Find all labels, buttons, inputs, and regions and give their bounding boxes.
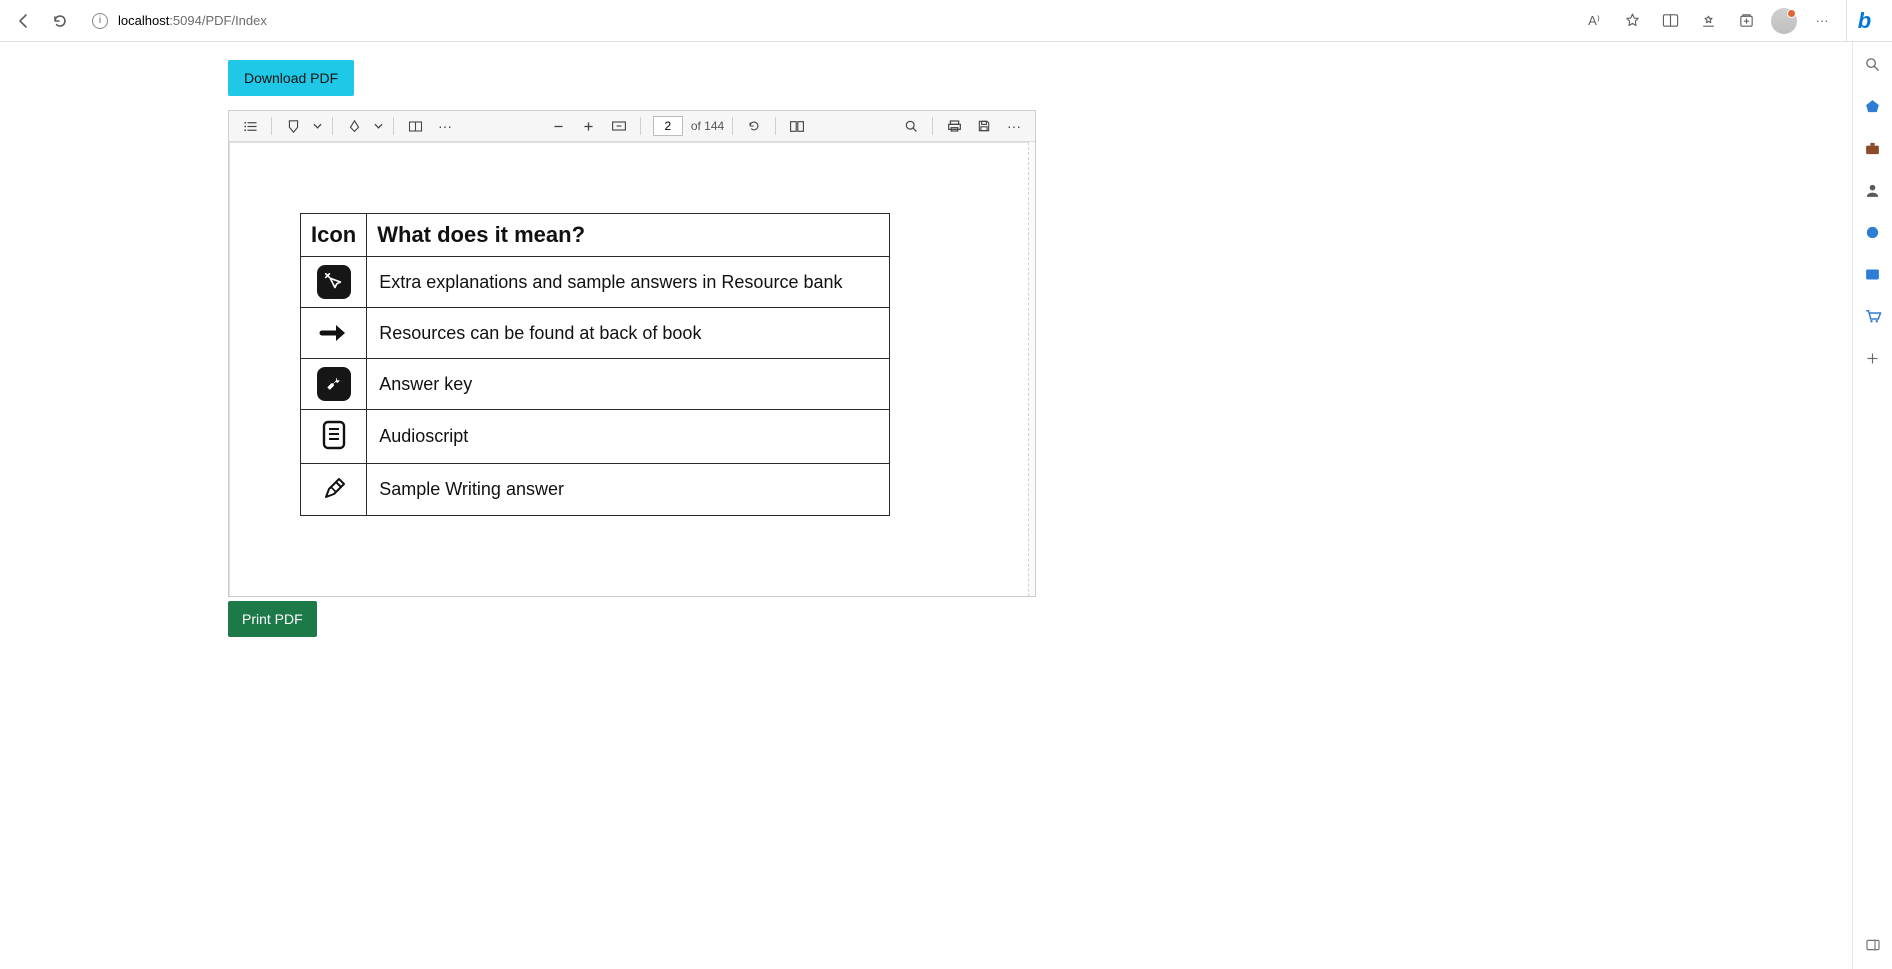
rotate-icon[interactable] xyxy=(741,114,767,138)
pencil-icon xyxy=(317,472,351,506)
table-row: Audioscript xyxy=(301,410,890,464)
icon-legend-table: Icon What does it mean? xyxy=(300,213,890,516)
browser-toolbar: i localhost:5094/PDF/Index A⁾ ··· b xyxy=(0,0,1892,42)
shopping-tag-icon[interactable] xyxy=(1859,92,1887,120)
add-sidebar-icon[interactable] xyxy=(1859,344,1887,372)
table-cell-text: Extra explanations and sample answers in… xyxy=(367,257,890,308)
pdf-viewport[interactable]: Icon What does it mean? xyxy=(229,142,1035,596)
page-layout-icon[interactable] xyxy=(784,114,810,138)
document-lines-icon xyxy=(317,418,351,452)
read-aloud-icon[interactable]: A⁾ xyxy=(1578,6,1610,36)
contents-icon[interactable] xyxy=(237,114,263,138)
cart-icon[interactable] xyxy=(1859,302,1887,330)
arrow-right-icon xyxy=(317,316,351,350)
table-cell-text: Answer key xyxy=(367,359,890,410)
table-row: Sample Writing answer xyxy=(301,464,890,516)
table-cell-text: Resources can be found at back of book xyxy=(367,308,890,359)
pdf-viewer: ··· of 144 xyxy=(228,110,1036,597)
profile-avatar[interactable] xyxy=(1768,6,1800,36)
table-header-meaning: What does it mean? xyxy=(367,214,890,257)
search-sidebar-icon[interactable] xyxy=(1859,50,1887,78)
split-screen-icon[interactable] xyxy=(1654,6,1686,36)
highlight-tool-icon[interactable] xyxy=(341,114,367,138)
download-pdf-button[interactable]: Download PDF xyxy=(228,60,354,96)
zoom-in-icon[interactable] xyxy=(576,114,602,138)
edge-sidebar xyxy=(1852,42,1892,969)
fit-page-icon[interactable] xyxy=(606,114,632,138)
draw-tool-icon[interactable] xyxy=(280,114,306,138)
pdf-settings-more-icon[interactable]: ··· xyxy=(1001,114,1027,138)
office-icon[interactable] xyxy=(1859,218,1887,246)
table-header-icon: Icon xyxy=(301,214,367,257)
pdf-search-icon[interactable] xyxy=(898,114,924,138)
favorites-bar-icon[interactable] xyxy=(1692,6,1724,36)
site-info-icon[interactable]: i xyxy=(92,13,108,29)
collapse-sidebar-icon[interactable] xyxy=(1859,931,1887,959)
draw-dropdown-icon[interactable] xyxy=(310,114,324,138)
table-cell-text: Audioscript xyxy=(367,410,890,464)
person-icon[interactable] xyxy=(1859,176,1887,204)
table-row: Extra explanations and sample answers in… xyxy=(301,257,890,308)
print-pdf-button[interactable]: Print PDF xyxy=(228,601,317,637)
wrench-icon xyxy=(317,367,351,401)
page-content: Download PDF xyxy=(0,42,1852,969)
table-row: Answer key xyxy=(301,359,890,410)
back-button[interactable] xyxy=(10,7,38,35)
two-page-view-icon[interactable] xyxy=(402,114,428,138)
bing-sidebar-button[interactable]: b xyxy=(1846,0,1882,42)
collections-icon[interactable] xyxy=(1730,6,1762,36)
page-total-label: of 144 xyxy=(691,119,724,133)
briefcase-icon[interactable] xyxy=(1859,134,1887,162)
pdf-page: Icon What does it mean? xyxy=(229,142,1029,596)
star-favorite-icon[interactable] xyxy=(1616,6,1648,36)
more-options-icon[interactable]: ··· xyxy=(1806,6,1838,36)
address-bar[interactable]: i localhost:5094/PDF/Index xyxy=(82,6,1570,36)
chrome-actions: A⁾ ··· xyxy=(1578,6,1838,36)
table-cell-text: Sample Writing answer xyxy=(367,464,890,516)
pdf-print-icon[interactable] xyxy=(941,114,967,138)
url-text: localhost:5094/PDF/Index xyxy=(118,13,267,28)
pdf-more-icon[interactable]: ··· xyxy=(432,114,458,138)
page-number-input[interactable] xyxy=(653,116,683,136)
highlight-dropdown-icon[interactable] xyxy=(371,114,385,138)
magic-cursor-icon xyxy=(317,265,351,299)
table-row: Resources can be found at back of book xyxy=(301,308,890,359)
pdf-save-icon[interactable] xyxy=(971,114,997,138)
zoom-out-icon[interactable] xyxy=(546,114,572,138)
pdf-toolbar: ··· of 144 xyxy=(229,111,1035,142)
outlook-icon[interactable] xyxy=(1859,260,1887,288)
reload-button[interactable] xyxy=(46,7,74,35)
